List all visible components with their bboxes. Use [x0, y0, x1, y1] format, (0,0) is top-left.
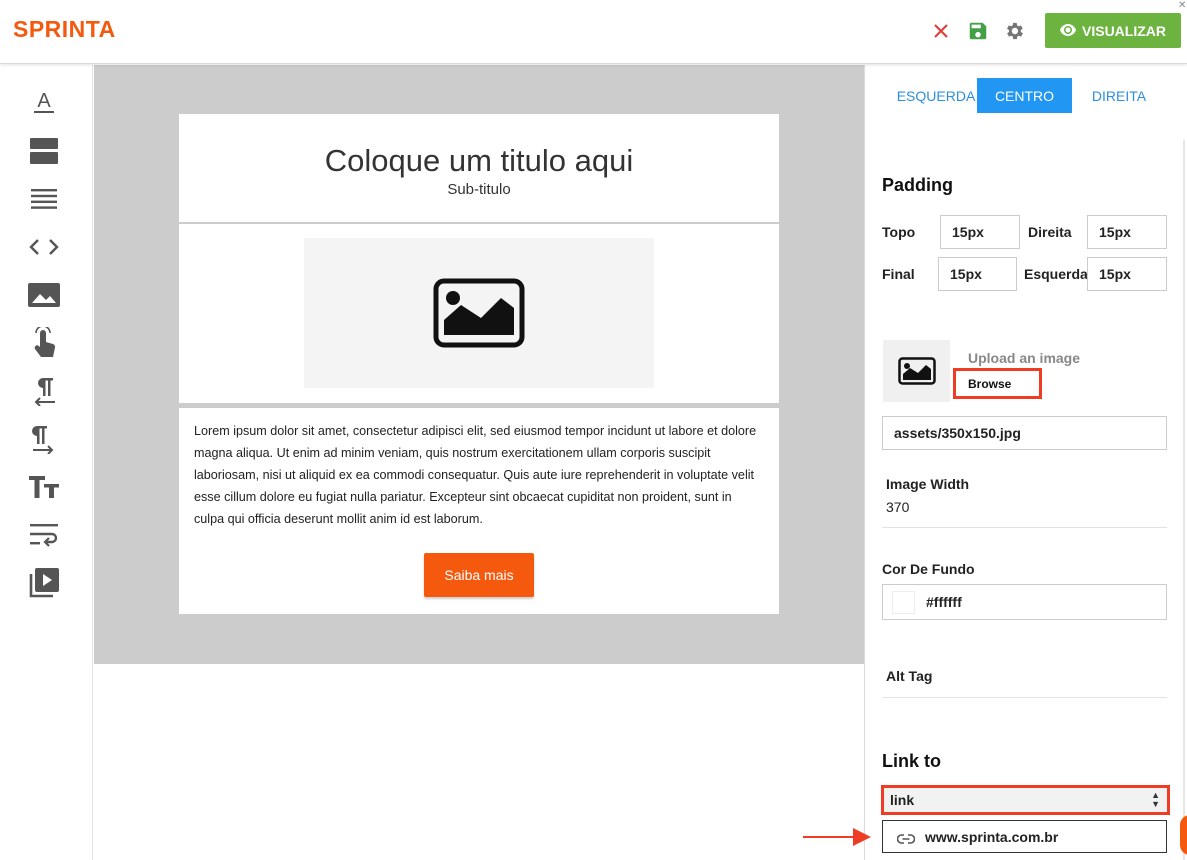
app-logo: SPRINTA: [13, 16, 116, 42]
image-placeholder-icon: [433, 278, 525, 348]
panel-scrollbar[interactable]: [1183, 140, 1185, 860]
block-tool-rail: A: [0, 65, 93, 860]
image-tool-icon[interactable]: [28, 279, 60, 311]
font-size-tool-icon[interactable]: [28, 471, 60, 503]
padding-top-input[interactable]: [940, 215, 1020, 249]
svg-text:A: A: [37, 91, 51, 112]
image-block[interactable]: [179, 224, 779, 403]
padding-right-label: Direita: [1028, 224, 1072, 240]
preview-button-label: VISUALIZAR: [1082, 22, 1166, 39]
paragraph-right-tool-icon[interactable]: [28, 423, 60, 455]
select-arrows-icon: ▲ ▼: [1151, 790, 1160, 809]
list-tool-icon[interactable]: [28, 183, 60, 215]
text-tool-icon[interactable]: A: [28, 87, 60, 119]
layout-tool-icon[interactable]: [28, 135, 60, 167]
button-tool-icon[interactable]: [28, 327, 60, 359]
image-thumbnail: [883, 340, 950, 402]
window-close-icon[interactable]: ✕: [1178, 0, 1186, 11]
email-subtitle[interactable]: Sub-titulo: [179, 181, 779, 198]
eye-icon: [1060, 23, 1076, 39]
padding-top-label: Topo: [882, 224, 916, 240]
canvas-footer-area: [94, 664, 864, 860]
padding-right-input[interactable]: [1087, 215, 1167, 249]
text-block[interactable]: Lorem ipsum dolor sit amet, consectetur …: [179, 408, 779, 614]
browse-button[interactable]: Browse: [953, 368, 1042, 399]
upload-image-title: Upload an image: [968, 350, 1081, 366]
tab-align-left[interactable]: ESQUERDA: [896, 78, 976, 113]
image-width-label: Image Width: [886, 476, 970, 492]
image-thumbnail-icon: [897, 357, 936, 385]
cta-button[interactable]: Saiba mais: [424, 553, 534, 597]
padding-left-input[interactable]: [1087, 257, 1167, 291]
padding-left-label: Esquerda: [1024, 266, 1088, 282]
alt-tag-label: Alt Tag: [886, 668, 933, 684]
bg-color-field[interactable]: #ffffff: [882, 584, 1167, 620]
annotation-arrow-icon: [803, 825, 873, 854]
email-title[interactable]: Coloque um titulo aqui: [179, 143, 779, 179]
padding-heading: Padding: [882, 175, 953, 195]
help-bubble[interactable]: [1180, 815, 1187, 855]
properties-panel: ESQUERDA CENTRO DIREITA Padding Topo Dir…: [864, 65, 1187, 860]
color-swatch[interactable]: [892, 591, 915, 614]
link-icon: [896, 831, 916, 847]
close-icon[interactable]: [929, 19, 953, 43]
link-to-heading: Link to: [882, 751, 941, 771]
tab-align-right[interactable]: DIREITA: [1084, 78, 1154, 113]
tab-align-center[interactable]: CENTRO: [977, 78, 1072, 113]
title-block[interactable]: Coloque um titulo aqui Sub-titulo: [179, 114, 779, 222]
bg-color-label: Cor De Fundo: [882, 561, 975, 577]
save-icon[interactable]: [966, 19, 990, 43]
bg-color-value: #ffffff: [926, 594, 962, 610]
image-placeholder[interactable]: [304, 238, 654, 388]
paragraph-left-tool-icon[interactable]: [28, 375, 60, 407]
email-canvas: Coloque um titulo aqui Sub-titulo Lorem …: [94, 65, 864, 664]
text-wrap-tool-icon[interactable]: [28, 519, 60, 551]
image-width-value[interactable]: 370: [886, 499, 909, 515]
email-body-text[interactable]: Lorem ipsum dolor sit amet, consectetur …: [194, 420, 764, 530]
image-path-input[interactable]: [882, 416, 1167, 450]
gear-icon[interactable]: [1002, 19, 1026, 43]
link-type-value: link: [890, 792, 915, 808]
padding-bottom-input[interactable]: [938, 257, 1017, 291]
top-bar: SPRINTA VISUALIZAR ✕: [0, 0, 1187, 64]
link-url-value: www.sprinta.com.br: [925, 829, 1059, 845]
link-type-select[interactable]: link ▲ ▼: [881, 785, 1170, 815]
padding-bottom-label: Final: [882, 266, 915, 282]
divider: [882, 527, 1167, 528]
link-url-input[interactable]: www.sprinta.com.br: [882, 820, 1167, 853]
divider: [882, 697, 1167, 698]
video-tool-icon[interactable]: [28, 567, 60, 599]
preview-button[interactable]: VISUALIZAR: [1045, 13, 1181, 48]
code-tool-icon[interactable]: [28, 231, 60, 263]
